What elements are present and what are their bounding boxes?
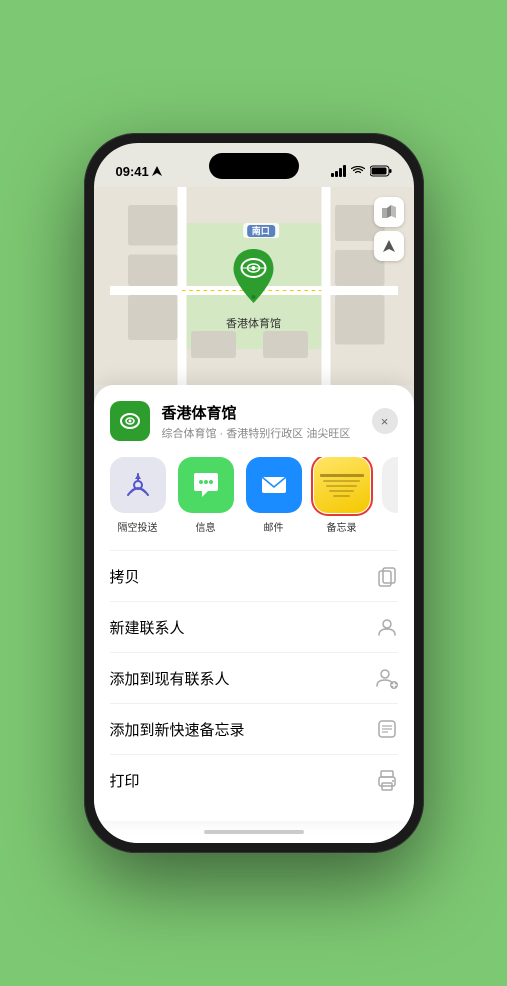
mail-svg-icon (258, 469, 290, 501)
venue-logo-icon (118, 409, 142, 433)
pin-svg (230, 247, 278, 307)
action-quick-note[interactable]: 添加到新快速备忘录 (110, 704, 398, 755)
action-print-label: 打印 (110, 770, 140, 791)
venue-name: 香港体育馆 (162, 402, 360, 423)
share-item-more[interactable]: 推 (382, 457, 398, 534)
share-label-messages: 信息 (196, 519, 216, 534)
action-add-contact[interactable]: 添加到现有联系人 (110, 653, 398, 704)
map-label: 南口 (243, 223, 279, 238)
venue-desc: 综合体育馆 · 香港特别行政区 油尖旺区 (162, 425, 360, 441)
copy-icon (376, 565, 398, 587)
share-item-notes[interactable]: 备忘录 (314, 457, 370, 534)
airdrop-svg-icon (124, 471, 152, 499)
phone-screen: 09:41 (94, 143, 414, 843)
location-arrow-map-icon (382, 239, 396, 253)
map-toggle-button[interactable] (374, 197, 404, 227)
share-item-mail[interactable]: 邮件 (246, 457, 302, 534)
share-label-notes: 备忘录 (327, 519, 357, 534)
phone-frame: 09:41 (84, 133, 424, 853)
venue-info: 香港体育馆 综合体育馆 · 香港特别行政区 油尖旺区 (162, 402, 360, 441)
wifi-icon (351, 166, 365, 176)
map-controls[interactable] (374, 197, 404, 265)
quick-note-icon (376, 718, 398, 740)
map-toggle-icon (381, 204, 397, 220)
mail-icon (246, 457, 302, 513)
venue-logo (110, 401, 150, 441)
close-button[interactable]: × (372, 408, 398, 434)
dynamic-island (209, 153, 299, 179)
signal-bars-icon (331, 165, 346, 177)
home-bar (204, 830, 304, 834)
notes-icon (314, 457, 370, 513)
home-indicator (94, 821, 414, 843)
action-print[interactable]: 打印 (110, 755, 398, 805)
share-row: 隔空投送 信息 (110, 457, 398, 534)
action-copy-label: 拷贝 (110, 566, 140, 587)
more-icon (382, 457, 398, 513)
action-new-contact[interactable]: 新建联系人 (110, 602, 398, 653)
add-contact-icon (376, 667, 398, 689)
sheet-header: 香港体育馆 综合体育馆 · 香港特别行政区 油尖旺区 × (110, 401, 398, 441)
action-new-contact-label: 新建联系人 (110, 617, 185, 638)
new-contact-icon (376, 616, 398, 638)
time-display: 09:41 (116, 164, 149, 179)
bottom-sheet: 香港体育馆 综合体育馆 · 香港特别行政区 油尖旺区 × (94, 385, 414, 821)
battery-icon (370, 165, 392, 177)
share-label-airdrop: 隔空投送 (118, 519, 158, 534)
print-icon (376, 769, 398, 791)
share-item-messages[interactable]: 信息 (178, 457, 234, 534)
messages-svg-icon (190, 469, 222, 501)
share-label-mail: 邮件 (264, 519, 284, 534)
action-quick-note-label: 添加到新快速备忘录 (110, 719, 245, 740)
status-icons (331, 165, 392, 177)
location-arrow-icon (152, 166, 162, 176)
location-pin: 香港体育馆 (226, 247, 281, 331)
location-button[interactable] (374, 231, 404, 261)
messages-icon (178, 457, 234, 513)
pin-label: 香港体育馆 (226, 315, 281, 331)
action-copy[interactable]: 拷贝 (110, 551, 398, 602)
share-item-airdrop[interactable]: 隔空投送 (110, 457, 166, 534)
action-list: 拷贝 新建联系人 添加到现有联系人 (110, 550, 398, 805)
action-add-contact-label: 添加到现有联系人 (110, 668, 230, 689)
status-time: 09:41 (116, 164, 162, 179)
map-area: 南口 (94, 187, 414, 385)
airdrop-icon (110, 457, 166, 513)
